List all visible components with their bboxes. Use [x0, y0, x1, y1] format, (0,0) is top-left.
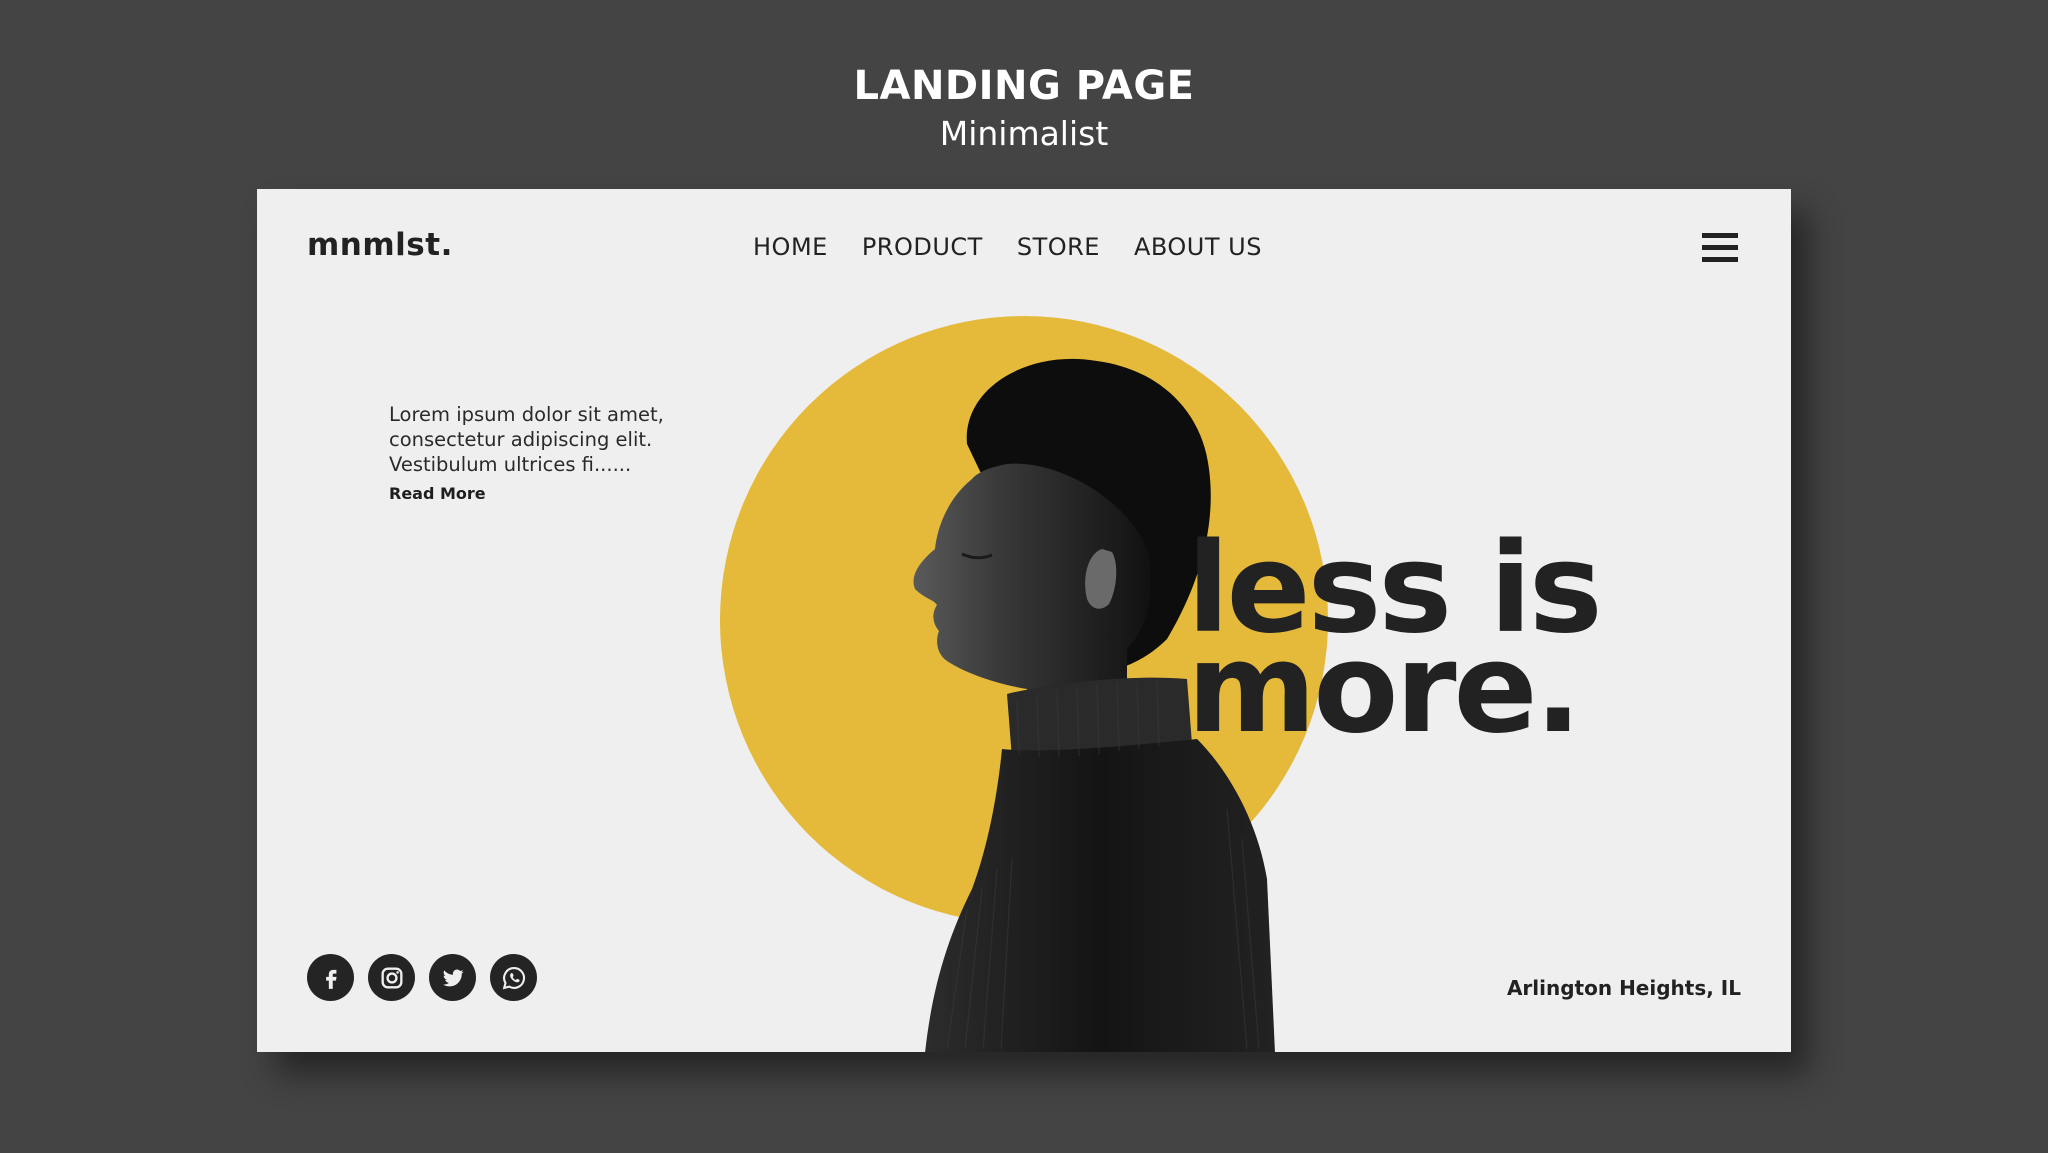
intro-line: Lorem ipsum dolor sit amet,: [389, 403, 664, 426]
intro-line: consectetur adipiscing elit.: [389, 428, 653, 451]
hamburger-bar: [1702, 245, 1738, 250]
sweater-body: [925, 739, 1275, 1052]
instagram-icon[interactable]: [368, 954, 415, 1001]
main-nav: HOME PRODUCT STORE ABOUT US: [753, 233, 1262, 261]
nav-about-us[interactable]: ABOUT US: [1134, 233, 1262, 261]
twitter-icon[interactable]: [429, 954, 476, 1001]
hero-headline: less is more.: [1187, 527, 1603, 761]
nav-store[interactable]: STORE: [1017, 233, 1100, 261]
presentation-title: LANDING PAGE: [853, 63, 1195, 109]
brand-logo[interactable]: mnmlst.: [307, 227, 453, 263]
landing-page-card: mnmlst. HOME PRODUCT STORE ABOUT US Lore…: [257, 189, 1791, 1052]
headline-line-2: more.: [1187, 617, 1582, 761]
intro-line: Vestibulum ultrices fi......: [389, 453, 632, 476]
nav-home[interactable]: HOME: [753, 233, 828, 261]
hamburger-bar: [1702, 257, 1738, 262]
facebook-icon[interactable]: [307, 954, 354, 1001]
location-label: Arlington Heights, IL: [1506, 976, 1741, 1000]
presentation-subtitle: Minimalist: [939, 114, 1109, 153]
intro-paragraph: Lorem ipsum dolor sit amet, consectetur …: [389, 402, 719, 477]
hamburger-menu-icon[interactable]: [1702, 233, 1738, 263]
hamburger-bar: [1702, 233, 1738, 238]
nav-product[interactable]: PRODUCT: [862, 233, 983, 261]
social-links: [307, 954, 537, 1001]
read-more-link[interactable]: Read More: [389, 484, 486, 503]
whatsapp-icon[interactable]: [490, 954, 537, 1001]
